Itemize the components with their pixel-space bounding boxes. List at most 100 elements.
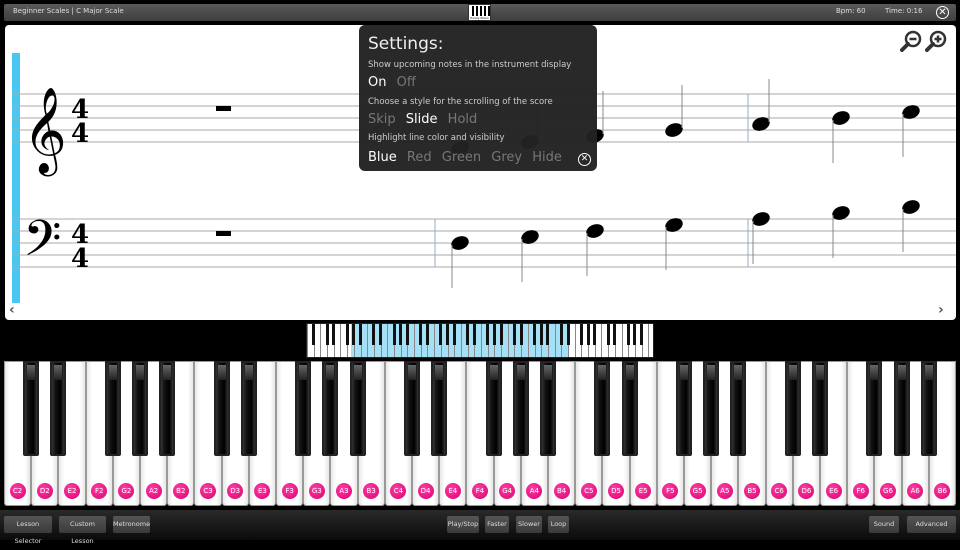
zoom-in-icon[interactable] [925,30,947,52]
note-label-badge: D3 [227,483,244,499]
black-key[interactable] [349,361,366,456]
custom-lesson-button[interactable]: Custom Lesson [59,516,106,545]
mini-white-key-divider [414,324,416,357]
mini-black-key [446,324,450,345]
black-key[interactable] [213,361,230,456]
note-label-badge: B4 [553,483,570,499]
note-label-badge: B6 [934,483,951,499]
settings-title: Settings: [368,34,444,54]
mini-black-key [566,324,570,345]
whole-rest [216,106,231,111]
black-key[interactable] [431,361,448,456]
mini-black-key [539,324,543,345]
mini-black-key [579,324,583,345]
option-skip[interactable]: Skip [368,112,396,127]
note-label-badge: G5 [689,483,706,499]
metronome-button[interactable]: Metronome [113,516,150,533]
zoom-out-icon[interactable] [900,30,922,52]
mini-black-key [606,324,610,345]
app-logo: Purely Piano [468,4,491,21]
chevron-right-icon[interactable]: › [938,302,944,318]
slower-button[interactable]: Slower [516,516,542,533]
note-label-badge: B3 [363,483,380,499]
note-head [665,123,683,137]
mini-white-key-divider [621,324,623,357]
black-key[interactable] [893,361,910,456]
note-label-badge: B5 [743,483,760,499]
mini-black-key [519,324,523,345]
play-stop-button[interactable]: Play/Stop [447,516,479,533]
note-label-badge: G3 [308,483,325,499]
option-on[interactable]: On [368,75,386,90]
logo-caption: Purely Piano [470,16,489,20]
note-label-badge: F2 [91,483,108,499]
keyboard-overview[interactable] [306,323,654,358]
sound-button[interactable]: Sound [869,516,899,533]
loop-button[interactable]: Loop [548,516,569,533]
black-key[interactable] [621,361,638,456]
black-key[interactable] [784,361,801,456]
mini-black-key [533,324,537,345]
black-key[interactable] [322,361,339,456]
option-grey[interactable]: Grey [491,150,522,165]
note-label-badge: C2 [9,483,26,499]
close-icon[interactable]: ✕ [936,6,949,19]
black-key[interactable] [159,361,176,456]
black-key[interactable] [812,361,828,456]
time-signature-bottom: 4 [71,119,89,149]
lesson-selector-button[interactable]: Lesson Selector [4,516,52,545]
black-key[interactable] [132,361,148,456]
mini-white-key-divider [460,324,462,357]
note-label-badge: F5 [662,483,679,499]
mini-black-key [312,324,316,345]
option-hold[interactable]: Hold [448,112,478,127]
mini-white-key-divider [601,324,603,357]
chevron-left-icon[interactable]: ‹ [9,302,15,318]
black-key[interactable] [485,361,502,456]
black-key[interactable] [594,361,611,456]
mini-black-key [546,324,550,345]
mini-black-key [512,324,516,345]
note-label-badge: G6 [879,483,896,499]
advanced-button[interactable]: Advanced [907,516,956,533]
mini-black-key [405,324,409,345]
option-off[interactable]: Off [397,75,416,90]
settings-close-icon[interactable]: ✕ [578,153,591,166]
mini-black-key [499,324,503,345]
black-key[interactable] [920,361,937,456]
mini-white-key-divider [320,324,322,357]
black-key[interactable] [104,361,121,456]
mini-white-key-divider [507,324,509,357]
note-label-badge: A6 [907,483,924,499]
black-key[interactable] [512,361,529,456]
mini-black-key [593,324,597,345]
black-key[interactable] [730,361,747,456]
black-key[interactable] [240,361,257,456]
faster-button[interactable]: Faster [485,516,509,533]
option-blue[interactable]: Blue [368,150,397,165]
upcoming-notes-options: On Off [368,75,422,90]
black-key[interactable] [866,361,883,456]
black-key[interactable] [676,361,692,456]
note-label-badge: C5 [580,483,597,499]
note-label-badge: D5 [607,483,624,499]
mini-white-key-divider [367,324,369,357]
mini-black-key [452,324,456,345]
option-green[interactable]: Green [442,150,481,165]
option-red[interactable]: Red [407,150,432,165]
note-label-badge: D6 [798,483,815,499]
note-label-badge: E4 [444,483,461,499]
piano-keyboard[interactable]: C2 D2 E2 F2 G2 A2 B2 C3 D3 E3 F3 G3 A3 B3 C4 D4 E4 F4 G4 A4… [4,361,956,507]
black-key[interactable] [404,361,420,456]
mini-white-key-divider [340,324,342,357]
option-hide[interactable]: Hide [532,150,562,165]
black-key[interactable] [703,361,720,456]
black-key[interactable] [540,361,556,456]
bass-clef: 𝄢 [23,210,62,280]
note-label-badge: A4 [526,483,543,499]
mini-black-key [392,324,396,345]
black-key[interactable] [295,361,312,456]
black-key[interactable] [50,361,67,456]
option-slide[interactable]: Slide [406,112,438,127]
black-key[interactable] [23,361,40,456]
